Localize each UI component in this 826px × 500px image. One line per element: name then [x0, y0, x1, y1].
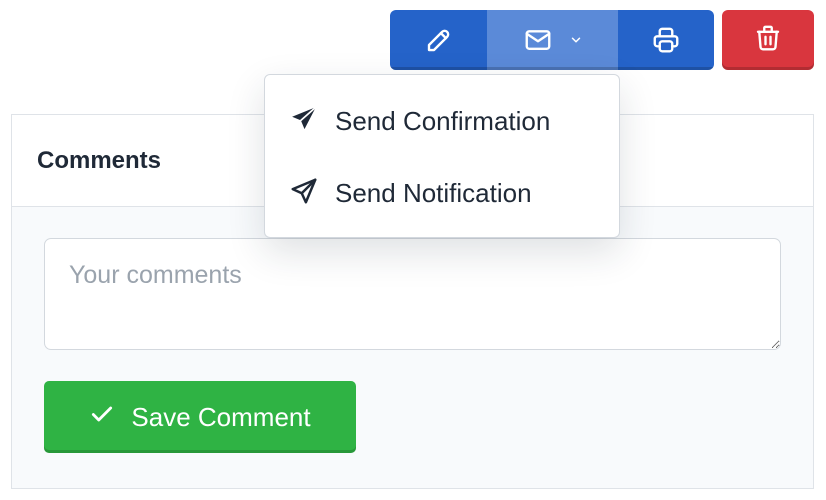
- menu-item-label: Send Notification: [335, 177, 532, 208]
- save-comment-label: Save Comment: [131, 401, 311, 432]
- edit-button[interactable]: [390, 10, 487, 70]
- page: Comments Save Comment Send Confirmation: [0, 0, 826, 500]
- chevron-down-icon: [569, 33, 583, 47]
- comments-title: Comments: [37, 146, 162, 174]
- record-actions-group: [390, 10, 714, 70]
- comments-textarea[interactable]: [44, 238, 781, 350]
- paper-plane-filled-icon: [289, 104, 319, 139]
- envelope-icon: [523, 25, 553, 55]
- pencil-icon: [424, 25, 454, 55]
- save-comment-button[interactable]: Save Comment: [44, 381, 356, 453]
- print-button[interactable]: [618, 10, 714, 70]
- email-dropdown-button[interactable]: [487, 10, 618, 70]
- delete-button[interactable]: [722, 10, 814, 70]
- email-dropdown-menu: Send Confirmation Send Notification: [264, 74, 620, 238]
- paper-plane-outline-icon: [289, 176, 319, 211]
- printer-icon: [651, 25, 681, 55]
- menu-item-send-notification[interactable]: Send Notification: [265, 157, 619, 229]
- trash-icon: [753, 23, 783, 58]
- check-icon: [89, 401, 115, 434]
- menu-item-send-confirmation[interactable]: Send Confirmation: [265, 85, 619, 157]
- menu-item-label: Send Confirmation: [335, 105, 551, 136]
